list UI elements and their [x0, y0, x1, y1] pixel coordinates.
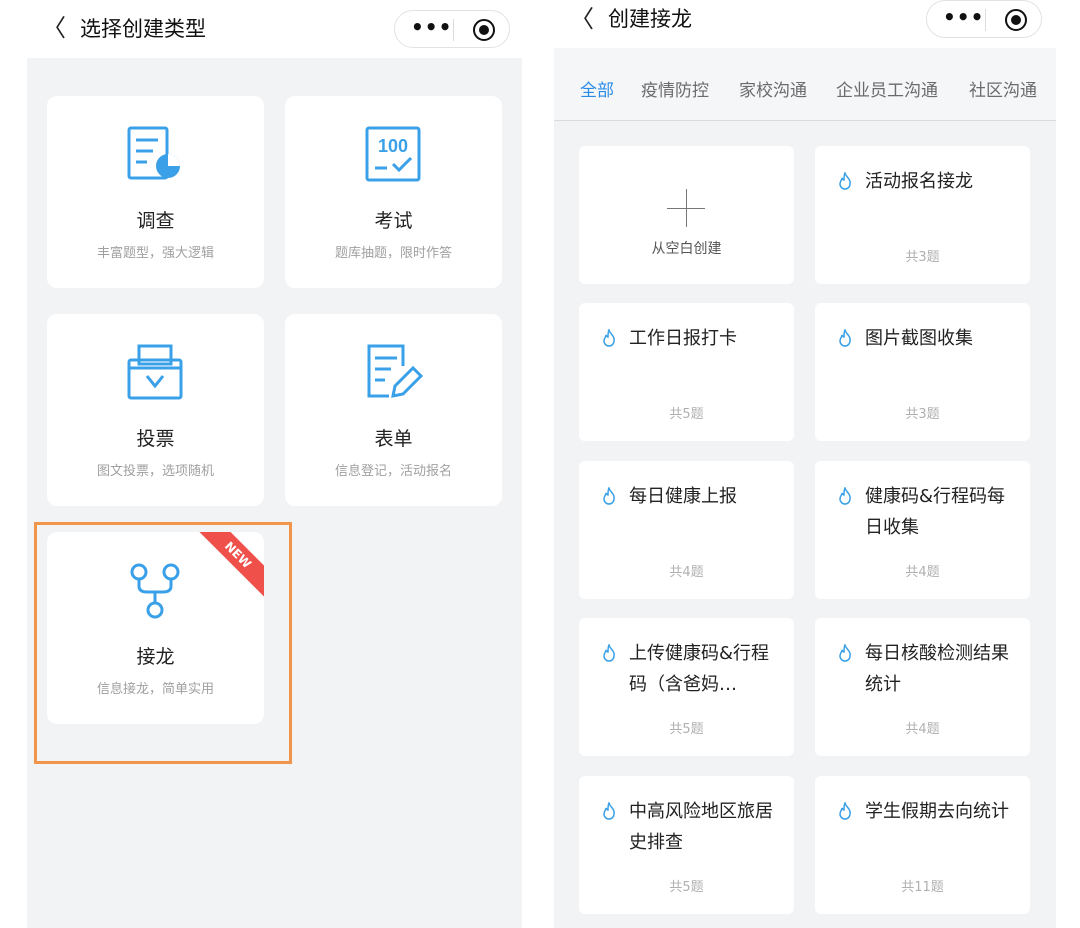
template-name: 图片截图收集: [865, 328, 973, 349]
create-blank-card[interactable]: 从空白创建: [579, 146, 794, 284]
mini-program-capsule: •••: [394, 10, 510, 48]
template-card[interactable]: 图片截图收集 共3题: [815, 303, 1030, 441]
survey-icon: [127, 126, 180, 180]
type-grid: 调查 丰富题型，强大逻辑 100 考试 题库抽题，限时作答 投票 图文投票，选项…: [27, 58, 522, 928]
highlight-frame: [34, 522, 292, 764]
tab-community[interactable]: 社区沟通: [969, 76, 1037, 101]
capsule-divider: [985, 9, 986, 31]
tab-school[interactable]: 家校沟通: [739, 76, 807, 101]
template-card[interactable]: 学生假期去向统计 共11题: [815, 776, 1030, 914]
type-card-exam[interactable]: 100 考试 题库抽题，限时作答: [285, 96, 502, 288]
tab-all[interactable]: 全部: [580, 76, 614, 101]
question-count: 共5题: [669, 407, 704, 422]
template-card[interactable]: 工作日报打卡 共5题: [579, 303, 794, 441]
template-name: 健康码&行程码每日收集: [865, 486, 1006, 538]
blank-label: 从空白创建: [651, 241, 722, 257]
template-grid: 从空白创建 活动报名接龙 共3题 工作日报打卡 共5题 图片截图收集 共3题 每…: [554, 121, 1056, 928]
card-desc: 丰富题型，强大逻辑: [96, 246, 214, 261]
card-title: 调查: [136, 210, 175, 232]
more-icon[interactable]: •••: [943, 5, 984, 29]
flame-icon: [839, 487, 851, 505]
template-card[interactable]: 健康码&行程码每日收集 共4题: [815, 461, 1030, 599]
plus-icon-v: [686, 189, 687, 227]
question-count: 共3题: [905, 407, 940, 422]
back-icon[interactable]: 〈: [570, 5, 594, 33]
vote-icon: [127, 344, 183, 400]
capsule-divider: [453, 19, 454, 41]
template-card[interactable]: 活动报名接龙 共3题: [815, 146, 1030, 284]
template-name: 活动报名接龙: [865, 171, 973, 192]
mini-program-capsule: •••: [926, 0, 1042, 38]
question-count: 共4题: [905, 565, 940, 580]
template-card[interactable]: 每日核酸检测结果统计 共4题: [815, 618, 1030, 756]
template-name: 每日核酸检测结果统计: [865, 643, 1009, 695]
category-tabs: 全部 疫情防控 家校沟通 企业员工沟通 社区沟通: [554, 48, 1056, 121]
card-desc: 题库抽题，限时作答: [334, 246, 452, 261]
more-icon[interactable]: •••: [411, 15, 452, 39]
close-target-icon[interactable]: [1005, 9, 1027, 31]
exam-icon: 100: [365, 126, 421, 182]
card-desc: 信息登记，活动报名: [334, 464, 452, 479]
card-title: 表单: [374, 428, 413, 450]
question-count: 共5题: [669, 880, 704, 895]
type-card-vote[interactable]: 投票 图文投票，选项随机: [47, 314, 264, 506]
template-name: 工作日报打卡: [629, 328, 737, 349]
template-card[interactable]: 每日健康上报 共4题: [579, 461, 794, 599]
back-icon[interactable]: 〈: [42, 14, 66, 42]
close-target-icon[interactable]: [473, 19, 495, 41]
svg-text:100: 100: [378, 136, 408, 156]
flame-icon: [603, 644, 615, 662]
flame-icon: [839, 329, 851, 347]
type-card-survey[interactable]: 调查 丰富题型，强大逻辑: [47, 96, 264, 288]
right-screen: 〈 创建接龙 ••• 全部 疫情防控 家校沟通 企业员工沟通 社区沟通 从空白创…: [540, 0, 1080, 928]
flame-icon: [839, 802, 851, 820]
type-card-form[interactable]: 表单 信息登记，活动报名: [285, 314, 502, 506]
left-screen: 〈 选择创建类型 ••• 调查 丰富题型，强大逻辑 100 考试 题库抽题，限时…: [0, 0, 540, 928]
flame-icon: [603, 487, 615, 505]
template-card[interactable]: 上传健康码&行程码（含爸妈… 共5题: [579, 618, 794, 756]
card-title: 考试: [374, 210, 413, 232]
tab-epidemic[interactable]: 疫情防控: [641, 76, 709, 101]
template-name: 中高风险地区旅居史排查: [629, 801, 773, 853]
question-count: 共5题: [669, 722, 704, 737]
card-title: 投票: [136, 428, 175, 450]
flame-icon: [839, 172, 851, 190]
page-title: 选择创建类型: [80, 17, 206, 41]
template-card[interactable]: 中高风险地区旅居史排查 共5题: [579, 776, 794, 914]
question-count: 共3题: [905, 250, 940, 265]
nav-bar: 〈 选择创建类型 •••: [0, 0, 540, 58]
card-desc: 图文投票，选项随机: [96, 464, 214, 479]
question-count: 共11题: [901, 880, 944, 895]
flame-icon: [603, 329, 615, 347]
flame-icon: [839, 644, 851, 662]
template-name: 学生假期去向统计: [865, 801, 1009, 822]
template-name: 上传健康码&行程码（含爸妈…: [629, 643, 770, 695]
question-count: 共4题: [669, 565, 704, 580]
question-count: 共4题: [905, 722, 940, 737]
page-title: 创建接龙: [608, 7, 692, 31]
template-name: 每日健康上报: [629, 486, 737, 507]
form-icon: [367, 344, 423, 398]
flame-icon: [603, 802, 615, 820]
tab-company[interactable]: 企业员工沟通: [836, 76, 938, 101]
